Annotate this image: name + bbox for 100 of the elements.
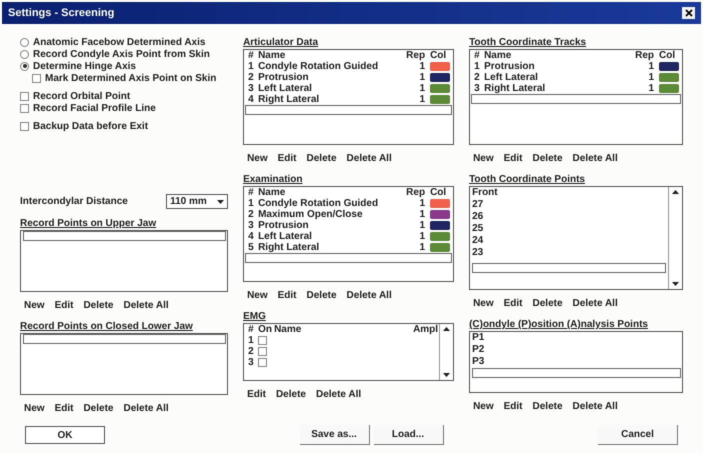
section-title: EMG	[243, 310, 267, 323]
color-swatch[interactable]	[430, 95, 450, 104]
list-item[interactable]: Front	[472, 187, 668, 199]
action-button[interactable]: New	[473, 296, 494, 310]
action-button[interactable]: Delete	[83, 298, 114, 312]
cancel-button[interactable]: Cancel	[598, 425, 678, 445]
color-swatch[interactable]	[430, 243, 450, 252]
list-item[interactable]: P1	[472, 332, 682, 344]
action-button[interactable]: Delete	[306, 288, 337, 302]
list-item[interactable]: 25	[472, 223, 668, 235]
track-name[interactable]: Left Lateral	[484, 72, 632, 83]
list-item[interactable]: P3	[472, 356, 682, 368]
checkbox[interactable]	[20, 122, 29, 130]
color-swatch[interactable]	[430, 221, 450, 230]
dialog-button[interactable]: Save as...	[300, 425, 370, 445]
scroll-up-icon[interactable]	[443, 327, 450, 331]
action-button[interactable]: Edit	[278, 288, 297, 302]
track-name[interactable]: Maximum Open/Close	[258, 209, 404, 220]
repeat-count: 1	[418, 94, 426, 105]
radio-button[interactable]	[20, 62, 29, 70]
track-name[interactable]: Left Lateral	[258, 231, 404, 242]
action-button[interactable]: Delete All	[346, 150, 392, 166]
row-number: 2	[248, 345, 255, 358]
edit-row[interactable]	[245, 105, 452, 115]
track-name[interactable]: Protrusion	[258, 220, 404, 231]
track-name[interactable]: Condyle Rotation Guided	[258, 198, 404, 209]
edit-row[interactable]	[472, 368, 681, 378]
color-swatch[interactable]	[659, 73, 679, 82]
color-swatch[interactable]	[430, 73, 450, 82]
color-swatch[interactable]	[659, 62, 679, 71]
list-item[interactable]: P2	[472, 344, 682, 356]
checkbox[interactable]	[258, 336, 268, 345]
checkbox[interactable]	[20, 92, 29, 100]
action-button[interactable]: New	[247, 150, 268, 166]
action-button[interactable]: Delete	[532, 296, 563, 310]
action-button[interactable]: New	[24, 400, 45, 416]
color-swatch[interactable]	[430, 232, 450, 241]
track-name[interactable]: Left Lateral	[258, 83, 404, 94]
ok-button[interactable]: OK	[25, 426, 105, 444]
distance-dropdown[interactable]: 110 mm	[166, 194, 228, 209]
checkbox[interactable]	[258, 347, 268, 356]
action-button[interactable]: Delete All	[123, 298, 169, 312]
action-button[interactable]: Delete	[276, 386, 306, 402]
scroll-down-icon[interactable]	[443, 373, 450, 377]
list-item[interactable]: 26	[472, 211, 668, 223]
action-button[interactable]: Edit	[504, 296, 523, 310]
action-button[interactable]: Edit	[54, 400, 74, 416]
radio-button[interactable]	[20, 50, 29, 58]
list-item[interactable]: 23	[472, 247, 668, 259]
section-title: Record Points on Closed Lower Jaw	[20, 320, 194, 333]
edit-row[interactable]	[472, 263, 666, 273]
action-button[interactable]: Delete All	[572, 398, 618, 414]
track-name[interactable]: Protrusion	[484, 61, 632, 72]
close-button[interactable]	[682, 7, 695, 19]
option-label: Anatomic Facebow Determined Axis	[33, 36, 206, 50]
action-button[interactable]: Edit	[504, 150, 523, 166]
track-name[interactable]: Right Lateral	[484, 83, 632, 94]
action-button[interactable]: Delete	[83, 400, 114, 416]
dialog-button[interactable]: Load...	[374, 425, 444, 445]
checkbox[interactable]	[20, 104, 29, 112]
action-button[interactable]: Delete All	[316, 386, 362, 402]
color-swatch[interactable]	[430, 210, 450, 219]
track-name[interactable]: Right Lateral	[258, 94, 404, 105]
action-button[interactable]: Delete All	[572, 150, 618, 166]
radio-button[interactable]	[20, 38, 29, 46]
track-name[interactable]: Protrusion	[258, 72, 404, 83]
track-name[interactable]: Condyle Rotation Guided	[258, 61, 404, 72]
color-swatch[interactable]	[430, 84, 450, 93]
color-swatch[interactable]	[659, 84, 679, 93]
action-button[interactable]: Edit	[278, 150, 297, 166]
edit-row[interactable]	[23, 231, 226, 241]
action-button[interactable]: Delete All	[346, 288, 392, 302]
action-button[interactable]: Edit	[247, 386, 266, 402]
scroll-down-icon[interactable]	[672, 282, 679, 286]
action-button[interactable]: New	[24, 298, 45, 312]
list-item[interactable]: 27	[472, 199, 668, 211]
edit-row[interactable]	[23, 334, 226, 344]
checkbox[interactable]	[32, 74, 41, 82]
scrollbar[interactable]	[668, 187, 682, 289]
action-button[interactable]: Delete	[306, 150, 337, 166]
action-button[interactable]: Delete	[532, 150, 563, 166]
edit-row[interactable]	[471, 94, 681, 104]
action-button[interactable]: Edit	[54, 298, 74, 312]
action-button[interactable]: New	[473, 150, 494, 166]
checkbox[interactable]	[258, 358, 268, 367]
row-number: 3	[474, 83, 481, 94]
color-swatch[interactable]	[430, 199, 450, 208]
option-label: Record Orbital Point	[33, 90, 130, 104]
action-button[interactable]: New	[473, 398, 494, 414]
action-button[interactable]: New	[247, 288, 268, 302]
track-name[interactable]: Right Lateral	[258, 242, 404, 253]
action-button[interactable]: Edit	[504, 398, 523, 414]
action-button[interactable]: Delete All	[123, 400, 169, 416]
scroll-up-icon[interactable]	[672, 190, 679, 194]
color-swatch[interactable]	[430, 62, 450, 71]
action-button[interactable]: Delete All	[572, 296, 618, 310]
repeat-count: 1	[418, 242, 426, 253]
action-button[interactable]: Delete	[532, 398, 563, 414]
list-item[interactable]: 24	[472, 235, 668, 247]
edit-row[interactable]	[245, 253, 452, 263]
